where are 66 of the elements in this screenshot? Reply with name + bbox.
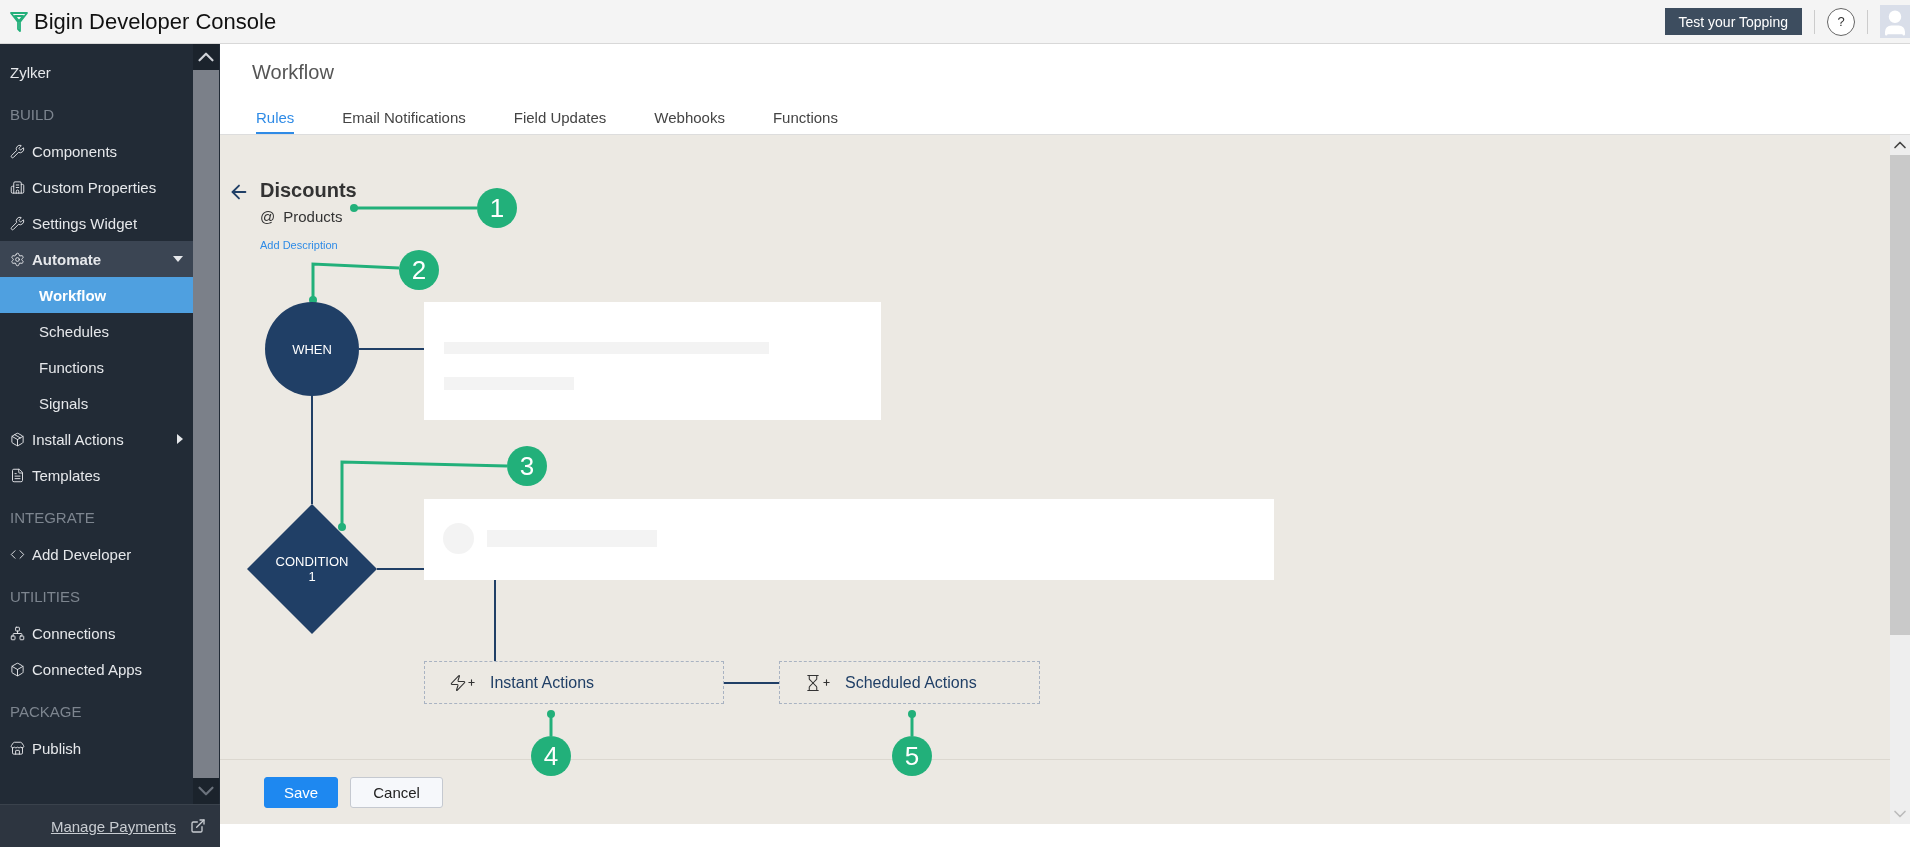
cancel-button[interactable]: Cancel (350, 776, 443, 808)
external-link-icon[interactable] (190, 818, 206, 834)
action-slot[interactable]: Instant Actions (424, 661, 724, 704)
trigger-card[interactable] (424, 302, 881, 420)
sidebar-item-icon (10, 740, 25, 756)
page-title: Workflow (252, 61, 335, 84)
test-button[interactable]: Test your Topping (1664, 8, 1802, 35)
organization-name: Zylker (9, 62, 52, 83)
callout-number: 3 (507, 446, 547, 486)
save-button[interactable]: Save (264, 776, 339, 808)
tab[interactable]: Email Notifications (342, 109, 466, 134)
funnel-logo-icon (10, 11, 28, 32)
sidebar-item-icon (10, 215, 25, 231)
caret-icon (177, 434, 183, 444)
sidebar-item[interactable]: Settings Widget (0, 205, 193, 241)
sidebar-subitem[interactable]: Schedules (0, 313, 193, 349)
callout-number: 5 (892, 736, 932, 776)
leader-line (547, 710, 555, 736)
sidebar-item[interactable]: Components (0, 133, 193, 169)
action-slot[interactable]: Scheduled Actions (779, 661, 1040, 704)
connector-line (376, 568, 425, 570)
manage-payments-link[interactable]: Manage Payments (50, 817, 176, 835)
section-heading: UTILITIES (9, 587, 81, 607)
sidebar-item[interactable]: Templates (0, 457, 193, 493)
sidebar-item[interactable]: Custom Properties (0, 169, 193, 205)
sidebar-item-icon (10, 431, 25, 447)
lightning-plus-icon (449, 673, 476, 692)
section-heading: PACKAGE (9, 702, 83, 722)
callout-number: 1 (477, 188, 517, 228)
tab[interactable]: Webhooks (654, 109, 725, 134)
tab[interactable]: Field Updates (513, 109, 607, 134)
scrollbar-thumb[interactable] (1890, 155, 1910, 635)
sidebar-item-icon (10, 625, 25, 641)
tab[interactable]: Functions (772, 109, 838, 134)
hourglass-plus-icon (804, 673, 831, 692)
sidebar-item-icon (10, 251, 25, 267)
section-heading: INTEGRATE (9, 508, 96, 528)
callout-number: 2 (399, 250, 439, 290)
sidebar-item[interactable]: Connected Apps (0, 651, 193, 687)
when-node[interactable]: WHEN (265, 302, 359, 396)
at-sign: @ (260, 208, 276, 225)
connector-line (723, 682, 780, 684)
app-title: Bigin Developer Console (34, 8, 277, 35)
sidebar-item-icon (10, 179, 25, 195)
scrollbar-thumb[interactable] (193, 70, 219, 778)
condition-card[interactable] (424, 499, 1274, 580)
module-name: Products (283, 208, 343, 225)
connector-line (358, 348, 425, 350)
leader-line (908, 710, 916, 736)
sidebar-item[interactable]: Publish (0, 730, 193, 766)
caret-icon (173, 256, 183, 262)
sidebar-subitem[interactable]: Functions (0, 349, 193, 385)
help-button[interactable]: ? (1827, 7, 1855, 36)
sidebar-item-icon (10, 467, 25, 483)
callout-number: 4 (531, 736, 571, 776)
sidebar-subitem[interactable]: Signals (0, 385, 193, 421)
avatar[interactable] (1880, 5, 1910, 38)
sidebar-item-icon (10, 661, 25, 677)
section-heading: BUILD (9, 105, 56, 125)
sidebar-item[interactable]: Add Developer (0, 536, 193, 572)
sidebar-item[interactable]: Install Actions (0, 421, 193, 457)
sidebar-item[interactable]: Connections (0, 615, 193, 651)
sidebar-item[interactable]: Automate (0, 241, 193, 277)
rule-title: Discounts (260, 179, 357, 202)
sidebar-item-icon (10, 143, 25, 159)
condition-node[interactable]: CONDITION 1 (247, 504, 377, 634)
